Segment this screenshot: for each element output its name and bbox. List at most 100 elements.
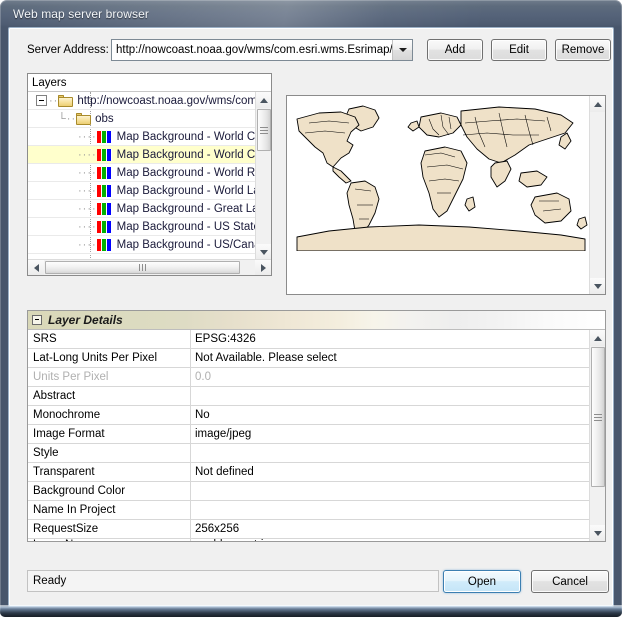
rgb-bars-icon [96, 202, 112, 215]
layer-details-value[interactable]: Not defined [191, 463, 589, 481]
layers-tree-item[interactable]: ···· Map Background - US States - [28, 218, 256, 236]
rgb-bars-icon [96, 238, 112, 251]
layer-details-row[interactable]: Monochrome No [28, 406, 589, 425]
layer-details-value[interactable]: No [191, 406, 589, 424]
layers-tree-item-label: Map Background - World River [116, 166, 256, 179]
layers-header: Layers [28, 74, 271, 92]
scroll-down-icon[interactable] [256, 244, 271, 260]
layer-details-value[interactable]: 256x256 [191, 520, 589, 538]
layers-tree-item-label: Map Background - World Lake [116, 184, 256, 197]
rgb-bars-icon [96, 166, 112, 179]
world-map-image [296, 105, 588, 251]
layer-details-key: Style [28, 444, 191, 462]
rgb-bars-icon [96, 130, 112, 143]
layers-horizontal-scrollbar[interactable] [28, 259, 271, 275]
layer-details-key: Lat-Long Units Per Pixel [28, 349, 191, 367]
layer-details-row[interactable]: Background Color [28, 482, 589, 501]
details-vertical-scrollbar[interactable] [589, 330, 605, 541]
server-address-combobox[interactable]: http://nowcoast.noaa.gov/wms/com.esri.wm… [111, 39, 413, 61]
dialog-client-area: Server Address: http://nowcoast.noaa.gov… [8, 27, 614, 607]
layer-details-header[interactable]: Layer Details [28, 311, 605, 330]
scroll-down-icon[interactable] [590, 278, 605, 294]
layer-details-row[interactable]: Layer Namesworld_countries [28, 539, 589, 541]
layer-details-value[interactable] [191, 501, 589, 519]
layer-details-value[interactable]: world_countries [191, 539, 589, 541]
layer-details-row[interactable]: Abstract [28, 387, 589, 406]
layers-tree-item[interactable]: └·· obs [28, 110, 256, 128]
remove-button[interactable]: Remove [555, 39, 611, 61]
layers-hscroll-thumb[interactable] [45, 261, 240, 274]
layer-details-key: Monochrome [28, 406, 191, 424]
layer-details-value[interactable]: 0.0 [191, 368, 589, 386]
layers-tree-item-label: http://nowcoast.noaa.gov/wms/com.e [77, 94, 256, 107]
layer-details-value[interactable] [191, 444, 589, 462]
layers-tree-item[interactable]: ···· Map Background - World Coun [28, 128, 256, 146]
scroll-up-icon[interactable] [256, 92, 271, 108]
collapse-icon[interactable] [36, 95, 47, 106]
status-bar: Ready [27, 570, 439, 592]
layers-tree-item-label: Map Background - US/Canada [116, 238, 256, 251]
folder-icon [76, 112, 92, 125]
window-frame: Web map server browser Server Address: h… [0, 0, 622, 617]
layers-tree-item-label: Map Background - World Coun [116, 148, 256, 161]
layers-tree-item[interactable]: ···· Map Background - World Coun [28, 146, 256, 164]
layer-details-value[interactable] [191, 482, 589, 500]
layers-tree-panel: Layers ·· http://nowcoast.noaa.gov/wms/co… [27, 73, 272, 276]
tree-connector: ···· [78, 184, 97, 197]
layer-details-row[interactable]: Transparent Not defined [28, 463, 589, 482]
scroll-up-icon[interactable] [590, 96, 605, 112]
details-vscroll-thumb[interactable] [591, 347, 605, 487]
layers-tree-item[interactable]: ···· Map Background - Great Lakes [28, 200, 256, 218]
chevron-down-icon[interactable] [392, 40, 412, 60]
layer-details-key: Layer Names [28, 539, 191, 541]
layer-details-value[interactable]: Not Available. Please select [191, 349, 589, 367]
layers-tree-item[interactable]: ···· Map Background - US/Canada [28, 236, 256, 254]
scroll-down-icon[interactable] [590, 525, 605, 541]
collapse-icon[interactable] [32, 315, 42, 325]
layer-details-row[interactable]: Name In Project [28, 501, 589, 520]
layers-vertical-scrollbar[interactable] [255, 92, 271, 260]
tree-connector: ···· [78, 238, 97, 251]
title-bar: Web map server browser [0, 0, 622, 27]
layer-details-key: Background Color [28, 482, 191, 500]
edit-button[interactable]: Edit [491, 39, 547, 61]
server-address-row: Server Address: http://nowcoast.noaa.gov… [9, 38, 613, 66]
map-vertical-scrollbar[interactable] [589, 96, 605, 294]
layer-details-row[interactable]: Units Per Pixel 0.0 [28, 368, 589, 387]
chevron-down-glyph [398, 48, 407, 52]
tree-connector: ···· [78, 148, 97, 161]
tree-connector: ···· [78, 202, 97, 215]
layer-details-key: SRS [28, 330, 191, 348]
rgb-bars-icon [96, 184, 112, 197]
layer-details-value[interactable]: image/jpeg [191, 425, 589, 443]
layer-details-row[interactable]: Image Format image/jpeg [28, 425, 589, 444]
layers-vscroll-thumb[interactable] [257, 109, 271, 151]
grip-icon [138, 264, 147, 271]
server-address-label: Server Address: [27, 44, 109, 56]
layers-tree-item[interactable]: ···· Map Background - World Lake [28, 182, 256, 200]
layer-details-row[interactable]: Lat-Long Units Per Pixel Not Available. P… [28, 349, 589, 368]
layers-tree-item[interactable]: ·· http://nowcoast.noaa.gov/wms/com.e [28, 92, 256, 110]
scroll-up-icon[interactable] [590, 330, 605, 346]
add-button[interactable]: Add [427, 39, 483, 61]
layer-details-key: Image Format [28, 425, 191, 443]
tree-connector: ···· [78, 220, 97, 233]
layer-details-key: Name In Project [28, 501, 191, 519]
layers-tree-item-label: Map Background - World Coun [116, 130, 256, 143]
layers-tree-body[interactable]: ·· http://nowcoast.noaa.gov/wms/com.e └·· o… [28, 92, 271, 260]
cancel-button[interactable]: Cancel [531, 570, 609, 593]
layer-details-body: SRS EPSG:4326 Lat-Long Units Per Pixel Not … [28, 330, 605, 541]
map-preview-canvas [287, 96, 590, 294]
scroll-right-icon[interactable] [255, 260, 271, 275]
scroll-left-icon[interactable] [28, 260, 44, 275]
map-preview-panel [286, 95, 606, 295]
server-address-value: http://nowcoast.noaa.gov/wms/com.esri.wm… [116, 44, 392, 56]
layer-details-row[interactable]: RequestSize 256x256 [28, 520, 589, 539]
layer-details-key: RequestSize [28, 520, 191, 538]
layer-details-row[interactable]: SRS EPSG:4326 [28, 330, 589, 349]
layer-details-row[interactable]: Style [28, 444, 589, 463]
open-button[interactable]: Open [443, 570, 521, 593]
layers-tree-item[interactable]: ···· Map Background - World River [28, 164, 256, 182]
layer-details-value[interactable]: EPSG:4326 [191, 330, 589, 348]
layer-details-value[interactable] [191, 387, 589, 405]
